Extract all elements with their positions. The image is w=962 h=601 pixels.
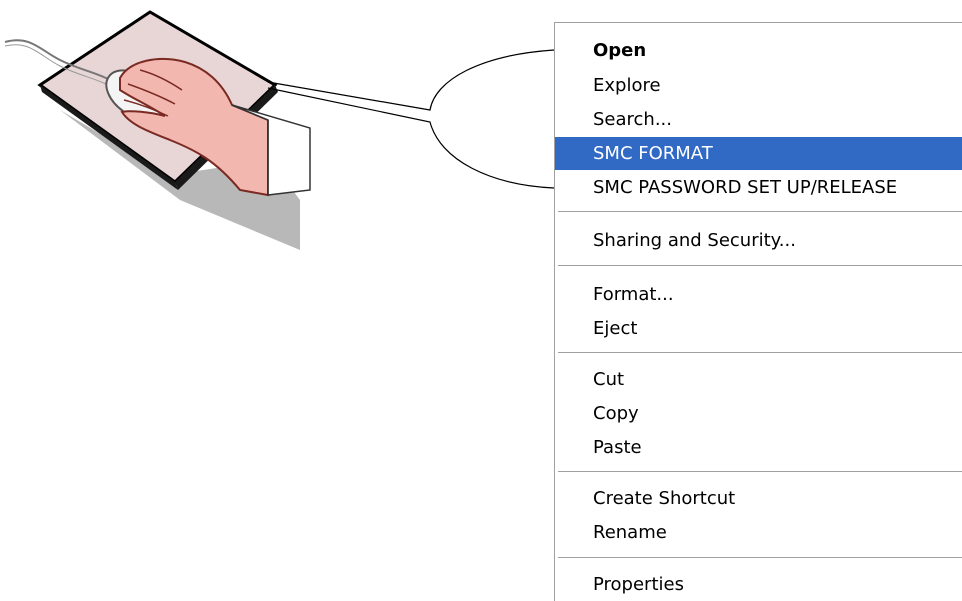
hand-on-mouse-icon [4, 10, 555, 250]
context-menu: Open Explore Search... SMC FORMAT SMC PA… [554, 22, 962, 601]
menu-item-create-shortcut[interactable]: Create Shortcut [555, 482, 962, 515]
menu-item-rename[interactable]: Rename [555, 516, 962, 549]
menu-item-copy[interactable]: Copy [555, 397, 962, 430]
menu-separator [558, 211, 962, 212]
menu-item-paste[interactable]: Paste [555, 431, 962, 464]
menu-item-smc-format[interactable]: SMC FORMAT [555, 137, 962, 170]
menu-item-format[interactable]: Format... [555, 278, 962, 311]
screen: Open Explore Search... SMC FORMAT SMC PA… [0, 0, 962, 601]
menu-item-eject[interactable]: Eject [555, 312, 962, 345]
menu-item-open[interactable]: Open [555, 34, 962, 67]
menu-separator [558, 471, 962, 472]
menu-item-sharing-security[interactable]: Sharing and Security... [555, 224, 962, 257]
menu-item-smc-password[interactable]: SMC PASSWORD SET UP/RELEASE [555, 171, 962, 204]
menu-separator [558, 352, 962, 353]
menu-item-cut[interactable]: Cut [555, 363, 962, 396]
menu-item-search[interactable]: Search... [555, 103, 962, 136]
menu-separator [558, 265, 962, 266]
menu-separator [558, 557, 962, 558]
menu-item-properties[interactable]: Properties [555, 568, 962, 601]
menu-item-explore[interactable]: Explore [555, 69, 962, 102]
